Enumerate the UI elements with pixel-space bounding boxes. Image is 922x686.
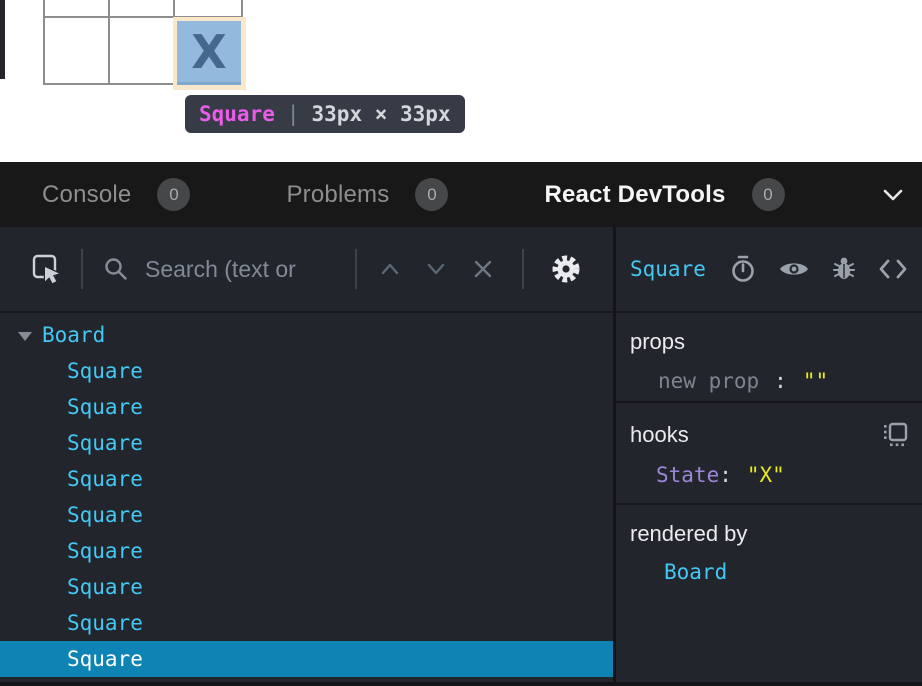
rendered-by-owner-link[interactable]: Board bbox=[630, 560, 908, 584]
details-toolbar: Square bbox=[616, 227, 922, 313]
tab-react-devtools[interactable]: React DevTools 0 bbox=[544, 178, 784, 211]
tree-row-square[interactable]: Square bbox=[0, 389, 613, 425]
react-devtools-count-badge: 0 bbox=[752, 178, 785, 211]
board-square-x[interactable]: X bbox=[177, 21, 241, 85]
component-tree: Board Square Square Square Square Square… bbox=[0, 313, 613, 686]
profiler-stopwatch-icon[interactable] bbox=[729, 254, 757, 284]
new-prop-name-input[interactable]: new prop bbox=[658, 369, 759, 393]
tree-row-square[interactable]: Square bbox=[0, 605, 613, 641]
search-icon bbox=[103, 256, 129, 282]
inspect-tooltip: Square | 33px × 33px bbox=[185, 95, 465, 133]
tab-problems[interactable]: Problems 0 bbox=[286, 178, 448, 211]
tree-row-square[interactable]: Square bbox=[0, 425, 613, 461]
grid-line bbox=[43, 0, 45, 84]
devtools-window: X Square | 33px × 33px Console 0 Problem… bbox=[0, 0, 922, 686]
tree-row-square-selected[interactable]: Square bbox=[0, 641, 613, 677]
toolbar-divider bbox=[81, 249, 83, 289]
hook-name: State bbox=[656, 463, 719, 487]
console-count-badge: 0 bbox=[157, 178, 190, 211]
tree-toolbar bbox=[0, 227, 613, 313]
rendered-by-section: rendered by Board bbox=[616, 505, 922, 686]
toolbar-divider bbox=[355, 249, 357, 289]
tree-row-board[interactable]: Board bbox=[0, 317, 613, 353]
tree-row-square[interactable]: Square bbox=[0, 569, 613, 605]
grid-line bbox=[108, 0, 110, 84]
inspect-element-icon[interactable] bbox=[31, 253, 63, 285]
problems-count-badge: 0 bbox=[415, 178, 448, 211]
inspect-dom-eye-icon[interactable] bbox=[778, 257, 810, 281]
toolbar-divider bbox=[522, 249, 524, 289]
props-title: props bbox=[630, 329, 908, 355]
search-input[interactable] bbox=[145, 256, 353, 283]
devtools-tabbar: Console 0 Problems 0 React DevTools 0 bbox=[0, 162, 922, 227]
tooltip-dimensions: 33px × 33px bbox=[312, 102, 451, 126]
hooks-title: hooks bbox=[630, 422, 689, 448]
components-tree-panel: Board Square Square Square Square Square… bbox=[0, 227, 613, 686]
page-viewport: X Square | 33px × 33px bbox=[0, 0, 922, 162]
debug-bug-icon[interactable] bbox=[831, 255, 857, 283]
chevron-down-icon[interactable] bbox=[882, 188, 904, 202]
hooks-section: hooks State : bbox=[616, 403, 922, 505]
search-next-icon[interactable] bbox=[425, 261, 447, 277]
tab-console[interactable]: Console 0 bbox=[42, 178, 190, 211]
rendered-by-title: rendered by bbox=[630, 521, 908, 547]
tooltip-component-name: Square bbox=[199, 102, 275, 126]
tooltip-separator: | bbox=[287, 102, 300, 126]
new-prop-value-input[interactable]: "" bbox=[803, 369, 828, 393]
state-hook-row[interactable]: State : "X" bbox=[630, 463, 908, 487]
devtools-main: Board Square Square Square Square Square… bbox=[0, 227, 922, 686]
expander-triangle-icon[interactable] bbox=[18, 332, 32, 341]
hook-state-value[interactable]: "X" bbox=[747, 463, 785, 487]
tree-row-square[interactable]: Square bbox=[0, 533, 613, 569]
view-source-brackets-icon[interactable] bbox=[878, 258, 908, 280]
tree-row-square[interactable]: Square bbox=[0, 497, 613, 533]
window-bottom-edge bbox=[0, 682, 922, 686]
selected-component-name: Square bbox=[630, 257, 706, 281]
search-prev-icon[interactable] bbox=[379, 261, 401, 277]
settings-gear-icon[interactable] bbox=[549, 252, 583, 286]
props-section: props new prop : "" bbox=[616, 313, 922, 403]
new-prop-row[interactable]: new prop : "" bbox=[630, 369, 908, 393]
parse-hook-names-icon[interactable] bbox=[882, 422, 908, 448]
tree-row-square[interactable]: Square bbox=[0, 461, 613, 497]
page-left-edge bbox=[0, 0, 5, 79]
tree-row-square[interactable]: Square bbox=[0, 353, 613, 389]
component-details-panel: Square bbox=[616, 227, 922, 686]
square-value: X bbox=[191, 29, 226, 75]
search-clear-icon[interactable] bbox=[472, 258, 494, 280]
